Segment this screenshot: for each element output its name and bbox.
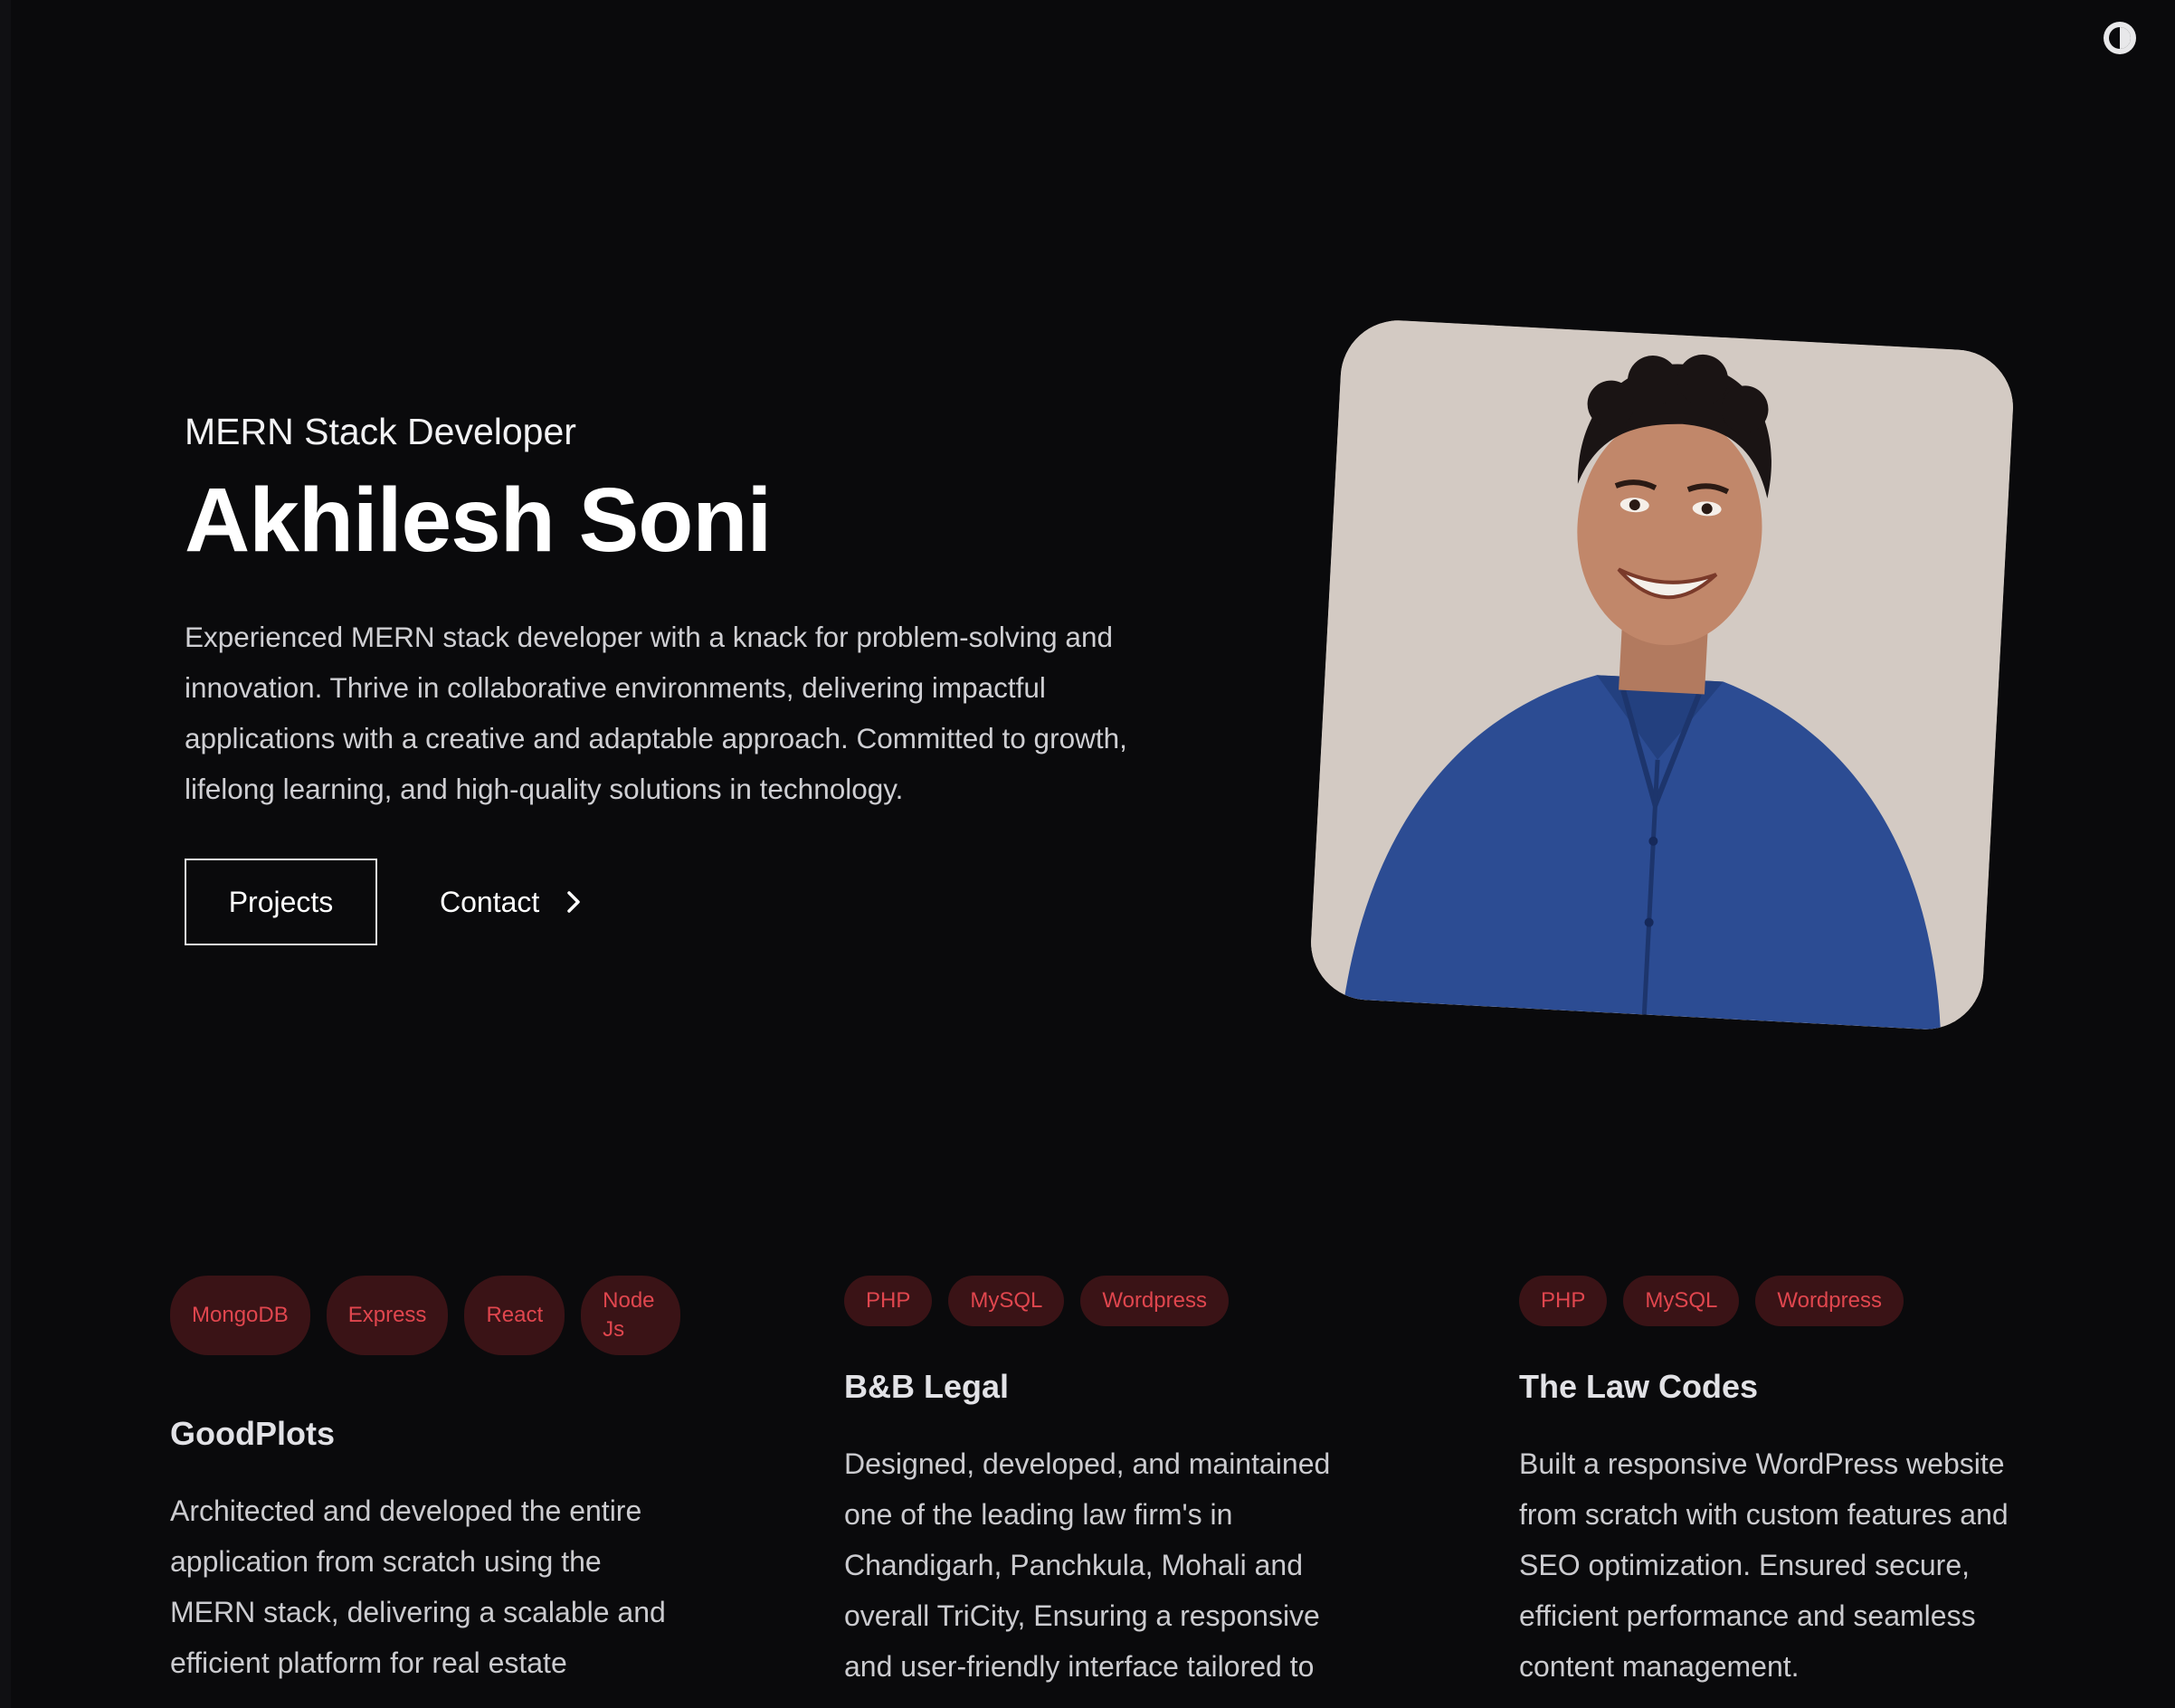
- tag: React: [464, 1276, 565, 1355]
- tag: MongoDB: [170, 1276, 310, 1355]
- tag: Wordpress: [1755, 1276, 1904, 1326]
- profile-photo: [1307, 318, 2017, 1032]
- project-description: Architected and developed the entire app…: [170, 1494, 666, 1679]
- contact-button[interactable]: Contact: [440, 859, 583, 945]
- contrast-icon: [2104, 22, 2136, 54]
- left-edge-strip: [0, 0, 11, 1708]
- tag-list: PHP MySQL Wordpress: [1519, 1276, 2044, 1326]
- tag: Node Js: [581, 1276, 681, 1355]
- chevron-right-icon: [567, 891, 581, 913]
- tag: PHP: [844, 1276, 933, 1326]
- tag: MySQL: [948, 1276, 1065, 1326]
- tag: MySQL: [1623, 1276, 1740, 1326]
- project-card-the-law-codes[interactable]: PHP MySQL Wordpress The Law Codes Built …: [1519, 1276, 2044, 1692]
- project-title: B&B Legal: [844, 1368, 1010, 1405]
- tag-list: MongoDB Express React Node Js: [170, 1276, 695, 1355]
- project-description: Designed, developed, and maintained one …: [844, 1447, 1331, 1683]
- tag: PHP: [1519, 1276, 1608, 1326]
- tag-list: PHP MySQL Wordpress: [844, 1276, 1369, 1326]
- project-description: Built a responsive WordPress website fro…: [1519, 1447, 2009, 1683]
- project-card-goodplots[interactable]: MongoDB Express React Node Js GoodPlots …: [170, 1276, 695, 1688]
- hero-intro: Experienced MERN stack developer with a …: [185, 621, 1127, 805]
- project-card-bb-legal[interactable]: PHP MySQL Wordpress B&B Legal Designed, …: [844, 1276, 1369, 1692]
- contact-button-label: Contact: [440, 885, 540, 918]
- profile-photo-illustration: [1307, 318, 2017, 1032]
- tag: Express: [326, 1276, 449, 1355]
- hero-subtitle: MERN Stack Developer: [185, 411, 576, 452]
- hero-name: Akhilesh Soni: [185, 470, 772, 571]
- tag: Wordpress: [1080, 1276, 1229, 1326]
- project-title: GoodPlots: [170, 1415, 335, 1452]
- project-title: The Law Codes: [1519, 1368, 1759, 1405]
- projects-button[interactable]: Projects: [185, 859, 377, 945]
- theme-toggle-button[interactable]: [2102, 20, 2138, 56]
